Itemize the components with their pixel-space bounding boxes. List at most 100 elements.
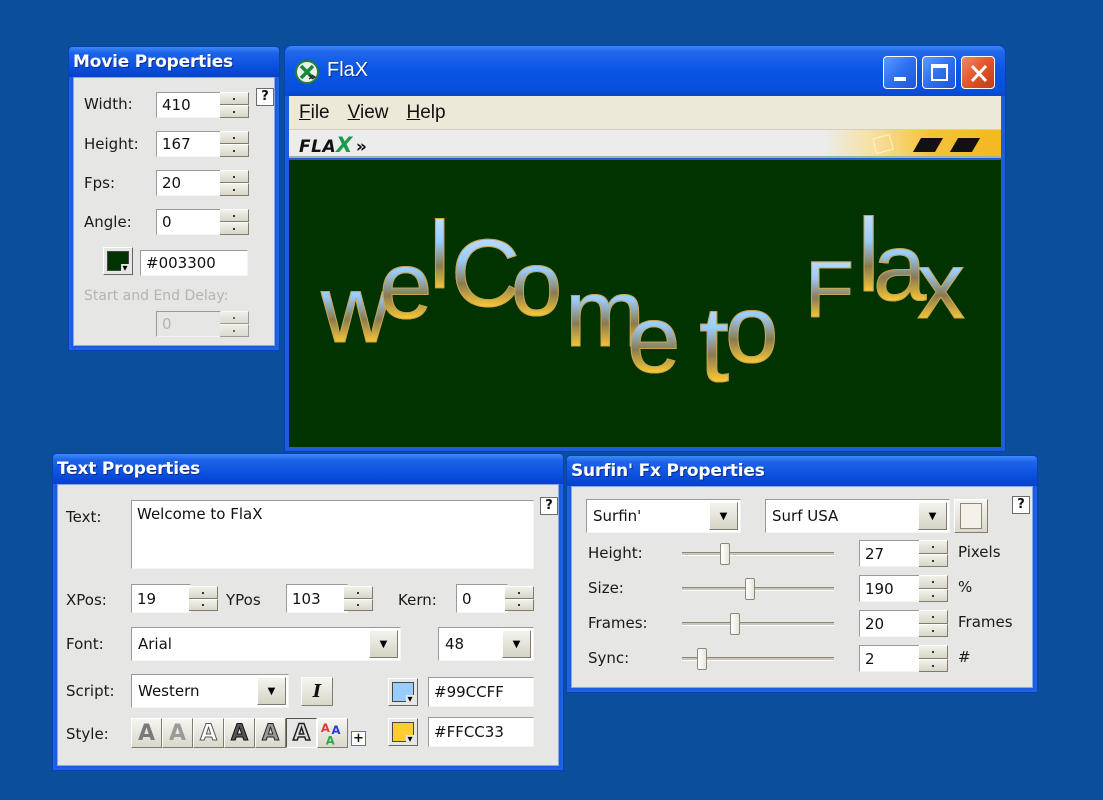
- kern-input[interactable]: 0: [456, 584, 508, 613]
- spin-down-button[interactable]: [919, 553, 948, 567]
- surfin-value-spinner[interactable]: [919, 610, 948, 637]
- height-label: Height:: [84, 135, 139, 153]
- spin-up-button[interactable]: [919, 645, 948, 659]
- spin-down-button[interactable]: [919, 658, 948, 672]
- help-icon[interactable]: ?: [1012, 496, 1030, 514]
- help-icon[interactable]: ?: [540, 497, 558, 515]
- surfin-value-input[interactable]: 27: [859, 540, 921, 567]
- surfin-slider-thumb[interactable]: [730, 613, 741, 635]
- style-outline-button[interactable]: A: [193, 718, 224, 748]
- surfin-unit-label: Pixels: [958, 543, 1001, 561]
- spin-up-button[interactable]: [220, 209, 249, 222]
- fps-spinner[interactable]: [220, 170, 249, 196]
- spin-up-button[interactable]: [919, 540, 948, 554]
- surfin-properties-title[interactable]: Surfin' Fx Properties: [567, 456, 1037, 486]
- surfin-value-input[interactable]: 2: [859, 645, 921, 672]
- help-icon[interactable]: ?: [256, 88, 274, 106]
- logo-arrows: »: [355, 137, 368, 157]
- new-preset-button[interactable]: [954, 499, 988, 533]
- preview-stage[interactable]: w e l C o m e t o F l a x: [289, 160, 1001, 447]
- secondary-color-input[interactable]: #FFCC33: [428, 717, 534, 747]
- style-gradient-button[interactable]: A: [162, 718, 193, 748]
- surfin-slider-thumb[interactable]: [696, 648, 707, 670]
- effect-select[interactable]: Surfin' ▼: [586, 499, 741, 533]
- surfin-value-spinner[interactable]: [919, 645, 948, 672]
- minimize-button[interactable]: [883, 56, 917, 89]
- title-bar[interactable]: FlaX: [285, 46, 1005, 96]
- fps-input[interactable]: 20: [156, 170, 222, 196]
- script-select[interactable]: Western ▼: [131, 674, 289, 708]
- italic-button[interactable]: I: [301, 677, 333, 706]
- menu-help[interactable]: Help: [406, 102, 445, 124]
- dropdown-arrow-icon[interactable]: ▼: [918, 502, 947, 530]
- close-button[interactable]: [961, 56, 995, 89]
- surfin-slider-track[interactable]: [682, 622, 834, 626]
- spin-up-button[interactable]: [189, 586, 218, 599]
- surfin-slider-track[interactable]: [682, 552, 834, 556]
- height-spinner[interactable]: [220, 131, 249, 157]
- ypos-spinner[interactable]: [344, 586, 373, 611]
- surfin-value-input[interactable]: 190: [859, 575, 921, 602]
- movie-properties-panel: Movie Properties ? Width: 410 Height: 16…: [68, 46, 280, 351]
- maximize-button[interactable]: [922, 56, 956, 89]
- dropdown-arrow-icon[interactable]: ▼: [709, 502, 738, 530]
- spin-down-button[interactable]: [189, 598, 218, 611]
- width-input[interactable]: 410: [156, 92, 222, 118]
- kern-spinner[interactable]: [505, 586, 534, 611]
- xpos-spinner[interactable]: [189, 586, 218, 611]
- surfin-value-spinner[interactable]: [919, 575, 948, 602]
- spin-down-button[interactable]: [220, 183, 249, 196]
- ypos-input[interactable]: 103: [286, 584, 348, 613]
- spin-down-button[interactable]: [919, 623, 948, 637]
- movie-properties-title[interactable]: Movie Properties: [69, 47, 279, 77]
- spin-down-button[interactable]: [505, 598, 534, 611]
- background-color-button[interactable]: [103, 247, 133, 275]
- surfin-value-spinner[interactable]: [919, 540, 948, 567]
- spin-down-button[interactable]: [220, 105, 249, 118]
- dropdown-arrow-icon[interactable]: ▼: [257, 677, 286, 705]
- spin-up-button[interactable]: [505, 586, 534, 599]
- text-properties-title[interactable]: Text Properties: [53, 454, 563, 484]
- dropdown-arrow-icon[interactable]: ▼: [502, 630, 531, 658]
- movie-properties-body: ? Width: 410 Height: 167 Fps: 20 Angle: …: [73, 77, 275, 346]
- spin-up-button[interactable]: [919, 610, 948, 624]
- secondary-color-button[interactable]: [388, 718, 418, 746]
- text-input[interactable]: Welcome to FlaX: [131, 500, 534, 569]
- spin-up-button[interactable]: [220, 131, 249, 144]
- font-select[interactable]: Arial ▼: [131, 627, 401, 661]
- surfin-properties-body: ? Surfin' ▼ Surf USA ▼ Height: 27 Pixels Si…: [571, 486, 1033, 688]
- multicolor-letters-icon: A A A: [321, 721, 341, 747]
- add-style-button[interactable]: +: [351, 731, 366, 746]
- style-bold-outline-button[interactable]: A: [224, 718, 255, 748]
- surfin-value-input[interactable]: 20: [859, 610, 921, 637]
- style-bevel-button[interactable]: A: [255, 718, 286, 748]
- primary-color-button[interactable]: [388, 678, 418, 706]
- height-input[interactable]: 167: [156, 131, 222, 157]
- style-solid-button[interactable]: A: [131, 718, 162, 748]
- surfin-slider-thumb[interactable]: [719, 543, 730, 565]
- spin-up-button[interactable]: [220, 92, 249, 105]
- menu-help-label: elp: [420, 101, 446, 123]
- preset-select[interactable]: Surf USA ▼: [765, 499, 950, 533]
- spin-down-button[interactable]: [220, 144, 249, 157]
- primary-color-input[interactable]: #99CCFF: [428, 677, 534, 707]
- spin-up-button[interactable]: [919, 575, 948, 589]
- menu-view[interactable]: View: [348, 102, 389, 124]
- angle-spinner[interactable]: [220, 209, 249, 235]
- style-multicolor-button[interactable]: A A A: [317, 718, 348, 748]
- style-double-outline-button[interactable]: A: [286, 718, 317, 748]
- angle-input[interactable]: 0: [156, 209, 222, 235]
- surfin-slider-track[interactable]: [682, 587, 834, 591]
- background-color-input[interactable]: #003300: [140, 250, 248, 276]
- font-size-select[interactable]: 48 ▼: [438, 627, 534, 661]
- surfin-slider-thumb[interactable]: [745, 578, 756, 600]
- dropdown-arrow-icon[interactable]: ▼: [369, 630, 398, 658]
- spin-down-button[interactable]: [344, 598, 373, 611]
- spin-up-button[interactable]: [220, 170, 249, 183]
- spin-up-button[interactable]: [344, 586, 373, 599]
- xpos-input[interactable]: 19: [131, 584, 191, 613]
- spin-down-button[interactable]: [220, 222, 249, 235]
- width-spinner[interactable]: [220, 92, 249, 118]
- menu-file[interactable]: File: [299, 102, 330, 124]
- spin-down-button[interactable]: [919, 588, 948, 602]
